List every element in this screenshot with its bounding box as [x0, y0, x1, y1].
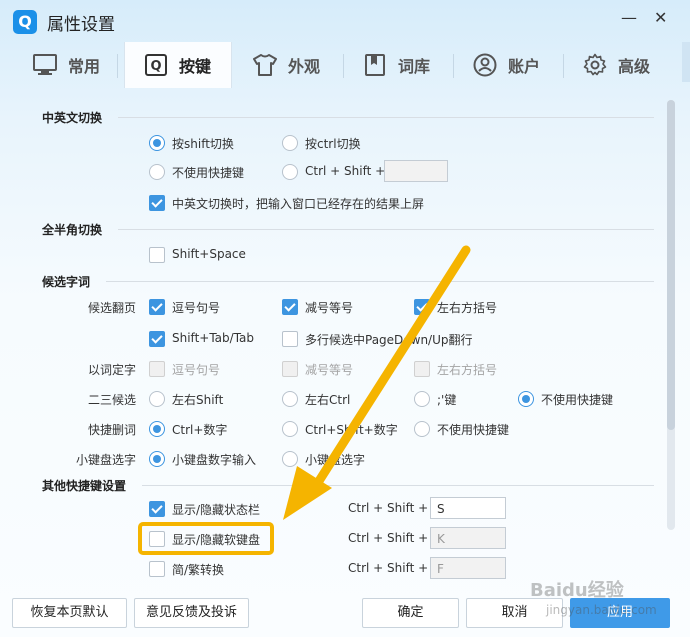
- restore-defaults-button[interactable]: 恢复本页默认: [12, 598, 127, 628]
- pointer-arrow-icon: [283, 245, 471, 520]
- watermark-url: jingyan.baidu.com: [546, 603, 657, 617]
- ok-button[interactable]: 确定: [362, 598, 459, 628]
- watermark-brand: Baidu经验: [530, 580, 624, 601]
- settings-window: Q 属性设置 — ✕ 常用 Q 按键 外观 词库 账户 高级 中英文切换 按sh…: [0, 0, 690, 637]
- feedback-button[interactable]: 意见反馈及投诉: [134, 598, 249, 628]
